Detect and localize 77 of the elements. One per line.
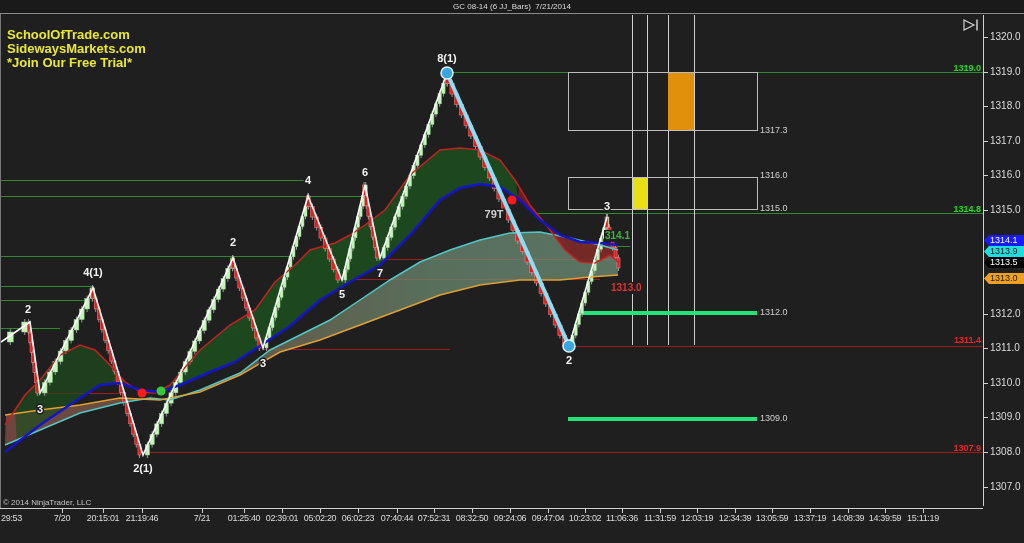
price-axis-label: 1310.0 [990, 377, 1021, 389]
price-axis-label: 1319.0 [990, 66, 1021, 78]
promo-text: *Join Our Free Trial* [7, 56, 132, 70]
bar-price-label: 1313.0 [610, 282, 643, 294]
time-axis-label: 15:11:19 [907, 513, 939, 524]
zone-price-label: 1312.0 [760, 307, 788, 318]
price-axis-label: 1316.0 [990, 169, 1021, 181]
time-axis-label: 14:39:59 [868, 513, 902, 524]
crossover-marker-icon [137, 388, 147, 398]
copyright-text: © 2014 NinjaTrader, LLC [3, 498, 92, 507]
time-axis-label: 14:08:39 [831, 513, 865, 524]
zone-fill-block [633, 178, 647, 209]
wave-label: 2 [229, 235, 237, 248]
crossover-marker-icon [156, 386, 166, 396]
price-axis-label: 1311.0 [990, 342, 1020, 354]
price-axis-label: 1318.0 [990, 100, 1021, 112]
time-axis-label: 06:02:23 [341, 513, 375, 524]
level-price-label: 1307.9 [953, 443, 981, 453]
time-axis-label: 20:15:01 [86, 513, 120, 524]
wave-label: 4(1) [83, 265, 103, 278]
wave-label: 5 [338, 287, 346, 300]
time-axis-label: 12:34:39 [718, 513, 752, 524]
wave-label: 6 [361, 165, 369, 178]
time-axis-label: 29:53 [1, 513, 23, 524]
promo-text: SidewaysMarkets.com [7, 42, 146, 56]
time-axis-label: 09:47:04 [531, 513, 565, 524]
price-axis-label: 1308.0 [990, 446, 1021, 458]
zone-price-label: 1309.0 [760, 413, 788, 424]
time-axis-label: 10:23:02 [568, 513, 602, 524]
time-axis-label: 08:32:50 [455, 513, 489, 524]
promo-text: SchoolOfTrade.com [7, 28, 131, 42]
price-level-line [1, 328, 61, 329]
time-axis-label: 11:06:36 [606, 513, 638, 524]
time-axis-label: 7/21 [193, 513, 211, 524]
chart-title: GC 08-14 (6 JJ_Bars) 7/21/2014 [453, 1, 571, 12]
wave-label: 2(1) [133, 461, 153, 474]
time-axis-label: 13:37:19 [793, 513, 827, 524]
time-axis-label: 02:39:01 [265, 513, 299, 524]
wave-label: 2 [24, 302, 32, 315]
zone-price-label: 1315.0 [760, 203, 788, 214]
time-axis-label: 13:05:59 [755, 513, 789, 524]
price-axis-label: 1307.0 [990, 481, 1021, 493]
swing-point-icon [562, 339, 576, 353]
price-axis-label: 1312.0 [990, 308, 1021, 320]
time-axis-label: 07:52:31 [417, 513, 451, 524]
wave-label: 79T [484, 207, 504, 220]
time-axis-label: 21:19:46 [125, 513, 159, 524]
bar-price-label: 314.1 [604, 230, 632, 242]
price-marker-tag: 1313.9 [984, 246, 1024, 257]
wave-label: 8(1) [437, 51, 457, 64]
price-marker-tag: 1314.1 [984, 235, 1024, 246]
level-price-label: 1319.0 [953, 63, 981, 73]
price-axis-label: 1315.0 [990, 204, 1021, 216]
level-price-label: 1311.4 [953, 335, 981, 345]
wave-label: 4 [304, 173, 312, 186]
time-axis-label: 11:31:59 [644, 513, 676, 524]
zone-price-label: 1317.3 [760, 125, 788, 136]
time-axis-label: 09:24:06 [493, 513, 527, 524]
time-axis-label: 12:03:19 [680, 513, 714, 524]
price-marker-tag: 1313.0 [984, 273, 1024, 284]
time-axis-label: 01:25:40 [227, 513, 261, 524]
swing-point-icon [440, 66, 454, 80]
crossover-marker-icon [507, 195, 517, 205]
wave-label: 7 [376, 266, 384, 279]
price-axis-label: 1320.0 [990, 31, 1021, 43]
price-marker-tag: 1313.5 [984, 257, 1024, 268]
price-axis-label: 1317.0 [990, 135, 1021, 147]
time-axis-label: 07:40:44 [380, 513, 414, 524]
time-axis-label: 05:02:20 [303, 513, 337, 524]
skip-to-end-icon[interactable] [963, 19, 979, 31]
time-axis-label: 7/20 [53, 513, 71, 524]
zone-fill-block [668, 73, 694, 130]
level-price-label: 1314.8 [953, 204, 981, 214]
wave-label: 3 [603, 199, 611, 212]
zone-price-label: 1316.0 [760, 170, 788, 181]
price-axis-label: 1309.0 [990, 411, 1021, 423]
wave-label: 2 [565, 353, 573, 366]
